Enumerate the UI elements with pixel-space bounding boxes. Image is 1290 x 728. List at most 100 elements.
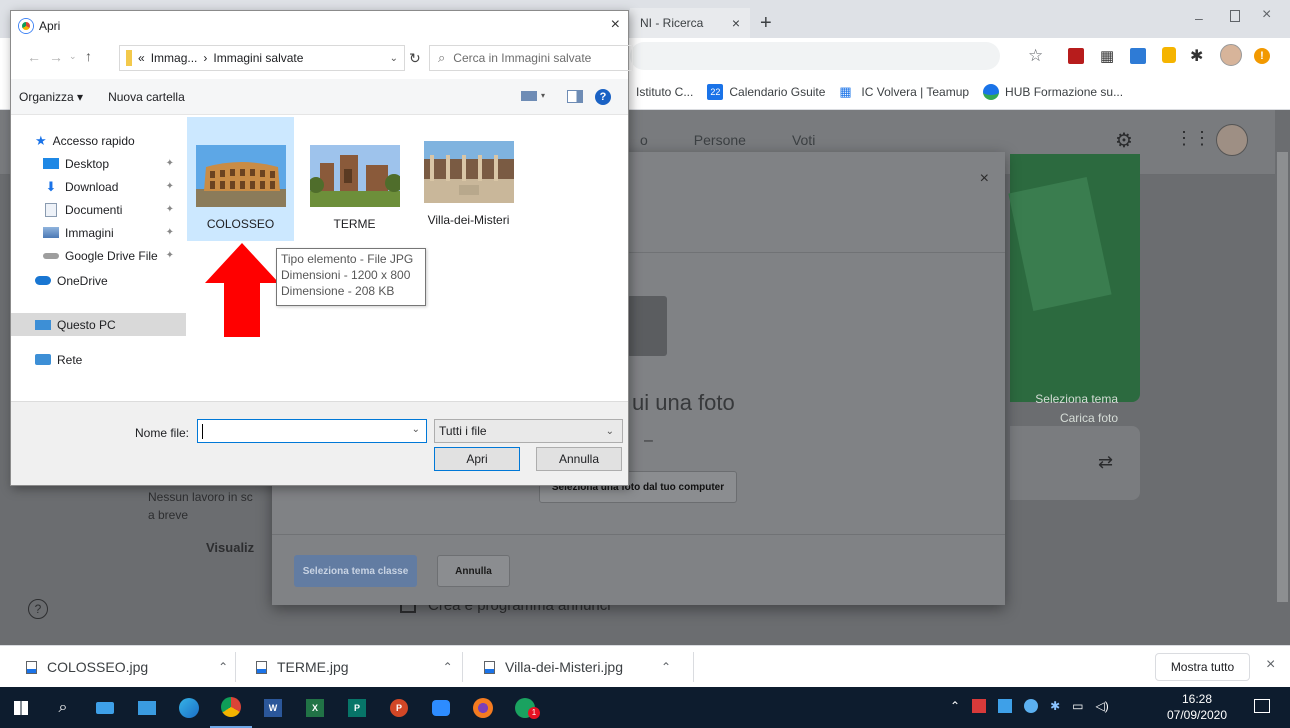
dialog-close-icon[interactable]: × [611, 16, 620, 34]
tray-network-icon[interactable]: ▭ [1072, 699, 1083, 713]
nav-onedrive[interactable]: OneDrive [11, 269, 186, 292]
taskbar-publisher[interactable]: P [336, 687, 378, 728]
bookmark-item[interactable]: 22 Calendario Gsuite [707, 84, 825, 100]
nav-desktop[interactable]: Desktop ✦ [11, 152, 186, 175]
taskbar-app[interactable] [84, 687, 126, 728]
grid-extension-icon[interactable]: ▦ [1100, 47, 1114, 65]
help-icon[interactable]: ? [595, 89, 611, 105]
tray-app-icon[interactable] [972, 699, 987, 713]
preview-pane-icon[interactable] [567, 90, 583, 103]
bookmark-item[interactable]: Istituto C... [636, 85, 693, 99]
filetype-select[interactable]: Tutti i file ⌄ [434, 419, 623, 443]
back-arrow-icon[interactable]: ← [27, 49, 41, 65]
path-breadcrumb[interactable]: « Immag... › Immagini salvate ⌄ [119, 45, 405, 71]
taskbar-firefox[interactable] [462, 687, 504, 728]
chevron-up-icon[interactable]: ⌃ [661, 660, 671, 674]
view-all-link[interactable]: Visualiz [206, 540, 278, 555]
help-icon[interactable]: ? [28, 599, 48, 619]
tray-app-icon[interactable] [1024, 699, 1039, 713]
path-dropdown-icon[interactable]: ⌄ [390, 53, 398, 64]
breadcrumb-overflow[interactable]: « [138, 51, 145, 65]
taskbar-excel[interactable]: X [294, 687, 336, 728]
scrollbar-thumb[interactable] [1277, 152, 1288, 602]
download-item[interactable]: TERME.jpg ⌃ [256, 646, 453, 688]
organize-menu[interactable]: Organizza ▾ [19, 90, 83, 104]
swap-icon[interactable]: ⇄ [1098, 452, 1113, 473]
hand-extension-icon[interactable] [1162, 47, 1176, 63]
tray-app-icon[interactable] [998, 699, 1013, 713]
close-downloads-icon[interactable]: × [1266, 656, 1275, 674]
up-arrow-icon[interactable]: ↑ [85, 48, 92, 64]
modal-cancel-button[interactable]: Annulla [437, 555, 510, 587]
select-class-theme-button[interactable]: Seleziona tema classe [294, 555, 417, 587]
tab-grades[interactable]: Voti [792, 132, 815, 148]
extensions-puzzle-icon[interactable]: ✱ [1190, 46, 1203, 66]
page-scrollbar[interactable] [1275, 110, 1290, 645]
restore-icon[interactable] [1230, 10, 1240, 22]
taskbar-app[interactable] [126, 687, 168, 728]
taskbar-edge[interactable] [168, 687, 210, 728]
new-folder-button[interactable]: Nuova cartella [108, 90, 185, 104]
pin-icon: ✦ [165, 158, 174, 169]
taskbar-word[interactable]: W [252, 687, 294, 728]
nav-download[interactable]: ⬇ Download ✦ [11, 175, 186, 198]
apps-grid-icon[interactable]: ⋮⋮ [1175, 128, 1211, 149]
nav-this-pc[interactable]: Questo PC [11, 313, 186, 336]
acrobat-extension-icon[interactable] [1068, 48, 1084, 64]
select-theme-link[interactable]: Seleziona tema [1035, 390, 1118, 409]
filename-dropdown-icon[interactable]: ⌄ [412, 424, 420, 435]
forward-arrow-icon[interactable]: → [49, 49, 63, 65]
open-button[interactable]: Apri [434, 447, 520, 471]
settings-gear-icon[interactable]: ⚙ [1115, 128, 1133, 153]
nav-google-drive[interactable]: Google Drive File ✦ [11, 244, 186, 267]
tray-chevron-icon[interactable]: ⌃ [950, 699, 960, 713]
tab-partial[interactable]: o [640, 132, 648, 148]
nav-network[interactable]: Rete [11, 348, 186, 371]
profile-avatar[interactable] [1220, 44, 1242, 66]
refresh-icon[interactable]: ↻ [409, 50, 421, 67]
download-item[interactable]: COLOSSEO.jpg ⌃ [26, 646, 228, 688]
bookmark-item[interactable]: ▦ IC Volvera | Teamup [839, 85, 969, 100]
file-item-villa-dei-misteri[interactable]: Villa-dei-Misteri [415, 117, 522, 235]
tab-people[interactable]: Persone [694, 132, 746, 148]
dialog-search-box[interactable]: ⌕ Cerca in Immagini salvate [429, 45, 633, 71]
new-tab-button[interactable]: + [760, 12, 772, 35]
nav-documents[interactable]: Documenti ✦ [11, 198, 186, 221]
taskbar-chrome[interactable] [210, 687, 252, 728]
file-item-terme[interactable]: TERME [301, 117, 408, 235]
show-all-button[interactable]: Mostra tutto [1155, 653, 1250, 681]
history-chevron-icon[interactable]: ⌄ [69, 51, 77, 62]
edit-extension-icon[interactable] [1130, 48, 1146, 64]
bookmark-item[interactable]: HUB Formazione su... [983, 84, 1123, 100]
view-dropdown-icon[interactable]: ▾ [541, 91, 545, 100]
bookmark-star-icon[interactable]: ☆ [1028, 46, 1043, 66]
tray-bluetooth-icon[interactable]: ✱ [1050, 699, 1060, 713]
search-icon[interactable]: ⌕ [42, 687, 84, 728]
browser-tab[interactable]: NI - Ricerca × [630, 8, 750, 38]
chevron-up-icon[interactable]: ⌃ [218, 660, 228, 674]
omnibox[interactable] [630, 42, 1000, 70]
cancel-button[interactable]: Annulla [536, 447, 622, 471]
nav-quick-access[interactable]: ★ Accesso rapido [11, 129, 186, 152]
close-window-icon[interactable]: × [1262, 6, 1271, 24]
view-options-icon[interactable] [521, 91, 537, 101]
start-button[interactable] [0, 687, 42, 728]
file-item-colosseo[interactable]: COLOSSEO [187, 117, 294, 241]
notifications-icon[interactable] [1254, 699, 1270, 713]
taskbar-clock[interactable]: 16:28 07/09/2020 [1166, 691, 1228, 723]
filename-input[interactable]: ⌄ [197, 419, 427, 443]
user-avatar[interactable] [1216, 124, 1248, 156]
chevron-up-icon[interactable]: ⌃ [443, 660, 453, 674]
nav-images[interactable]: Immagini ✦ [11, 221, 186, 244]
breadcrumb-item[interactable]: Immagini salvate [213, 51, 303, 65]
taskbar-app[interactable] [420, 687, 462, 728]
minimize-icon[interactable]: – [1195, 10, 1203, 26]
download-item[interactable]: Villa-dei-Misteri.jpg ⌃ [484, 646, 671, 688]
breadcrumb-item[interactable]: Immag... [151, 51, 198, 65]
taskbar-app[interactable]: 1 [504, 687, 546, 728]
tab-close-icon[interactable]: × [732, 15, 740, 31]
taskbar-powerpoint[interactable]: P [378, 687, 420, 728]
modal-close-icon[interactable]: × [980, 170, 989, 188]
update-alert-icon[interactable]: ! [1254, 48, 1270, 64]
tray-volume-icon[interactable]: ◁) [1095, 699, 1108, 713]
